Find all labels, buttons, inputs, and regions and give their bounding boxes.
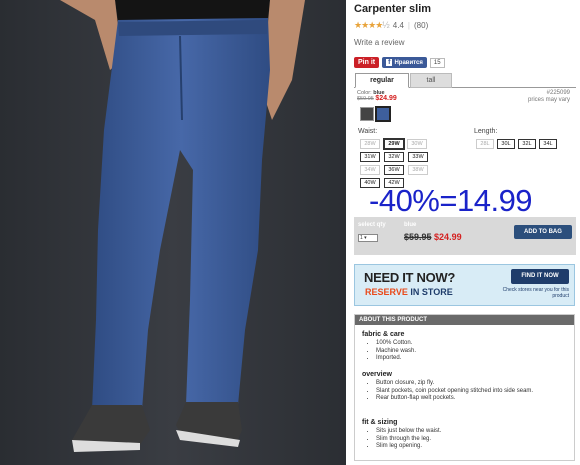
like-count: 15 — [429, 57, 445, 68]
divider: | — [407, 21, 410, 30]
size-30l[interactable]: 30L — [497, 139, 515, 149]
size-36w[interactable]: 36W — [384, 165, 404, 175]
about-product-section: ABOUT THIS PRODUCT fabric & care 100% Co… — [354, 314, 575, 461]
size-29w[interactable]: 29W — [383, 138, 405, 150]
list-item: Rear button-flap welt pockets. — [376, 395, 566, 403]
add-to-bag-button[interactable]: ADD TO BAG — [514, 225, 572, 239]
reserve-in-store-banner[interactable]: NEED IT NOW? RESERVE IN STORE FIND IT NO… — [354, 264, 575, 306]
overview-list: Button closure, zip fly. Slant pockets, … — [362, 380, 566, 403]
list-item: Sits just below the waist. — [376, 428, 566, 436]
model-in-pants-image — [0, 0, 346, 465]
size-30w[interactable]: 30W — [407, 139, 427, 149]
list-item: Slim through the leg. — [376, 436, 566, 444]
facebook-icon: f — [386, 59, 393, 66]
list-item: Machine wash. — [376, 348, 566, 356]
product-panel: Carpenter slim ★★★★½ 4.4 | (80) Write a … — [354, 0, 576, 465]
cart-color-label: blue — [404, 222, 417, 228]
cart-price: $59.95 $24.99 — [404, 232, 462, 242]
color-sale-price: $24.99 — [375, 95, 397, 102]
find-it-now-button[interactable]: FIND IT NOW — [511, 269, 569, 284]
about-heading: ABOUT THIS PRODUCT — [355, 315, 574, 325]
fit-tabs: regular tall — [354, 73, 576, 88]
tab-tall[interactable]: tall — [410, 73, 452, 88]
fit-sizing-list: Sits just below the waist. Slim through … — [362, 428, 566, 451]
pinterest-button[interactable]: Pin it — [354, 57, 380, 68]
need-it-now-heading: NEED IT NOW? — [364, 270, 456, 285]
size-28l[interactable]: 28L — [476, 139, 494, 149]
color-was-price: $59.95 — [357, 96, 374, 102]
qty-label: select qty — [358, 222, 386, 228]
product-title: Carpenter slim — [354, 3, 432, 15]
size-31w[interactable]: 31W — [360, 152, 380, 162]
product-photo — [0, 0, 346, 465]
fabric-care-title: fabric & care — [362, 331, 405, 338]
size-33w[interactable]: 33W — [408, 152, 428, 162]
reserve-in-store-text: RESERVE IN STORE — [365, 287, 453, 297]
add-to-bag-bar: select qty 1 ▾ blue $59.95 $24.99 ADD TO… — [354, 217, 576, 255]
color-info: Color: blue $59.95 $24.99 — [357, 90, 397, 102]
size-32w[interactable]: 32W — [384, 152, 404, 162]
size-34w[interactable]: 34W — [360, 165, 380, 175]
list-item: Slim leg opening. — [376, 443, 566, 451]
size-34l[interactable]: 34L — [539, 139, 557, 149]
sku-number: #225099 — [546, 90, 570, 96]
list-item: 100% Cotton. — [376, 340, 566, 348]
size-28w[interactable]: 28W — [360, 139, 380, 149]
rating-value: 4.4 — [392, 21, 404, 30]
price-note: prices may vary — [527, 97, 570, 103]
swatch-blue[interactable] — [375, 106, 391, 122]
swatch-charcoal[interactable] — [360, 107, 374, 121]
list-item: Button closure, zip fly. — [376, 380, 566, 388]
fit-sizing-title: fit & sizing — [362, 419, 398, 426]
rating-row: ★★★★½ 4.4 | (80) — [354, 20, 428, 31]
write-review-link[interactable]: Write a review — [354, 38, 405, 47]
tab-regular[interactable]: regular — [355, 73, 409, 88]
length-label: Length: — [474, 128, 498, 135]
check-stores-text: Check stores near you for this product — [502, 287, 569, 299]
stars-icon: ★★★★½ — [354, 20, 390, 30]
list-item: Imported. — [376, 355, 566, 363]
waist-label: Waist: — [358, 128, 378, 135]
review-count[interactable]: (80) — [414, 21, 428, 30]
quantity-select[interactable]: 1 ▾ — [358, 234, 378, 242]
overview-title: overview — [362, 371, 392, 378]
social-buttons: Pin it f Нравится 15 — [354, 57, 445, 68]
fabric-care-list: 100% Cotton. Machine wash. Imported. — [362, 340, 566, 363]
size-32l[interactable]: 32L — [518, 139, 536, 149]
size-38w[interactable]: 38W — [408, 165, 428, 175]
facebook-like-button[interactable]: f Нравится — [382, 57, 427, 68]
list-item: Slant pockets, coin pocket opening stitc… — [376, 388, 566, 396]
sku-info: #225099 prices may vary — [528, 90, 570, 104]
discount-overlay-text: -40%=14.99 — [369, 183, 533, 218]
